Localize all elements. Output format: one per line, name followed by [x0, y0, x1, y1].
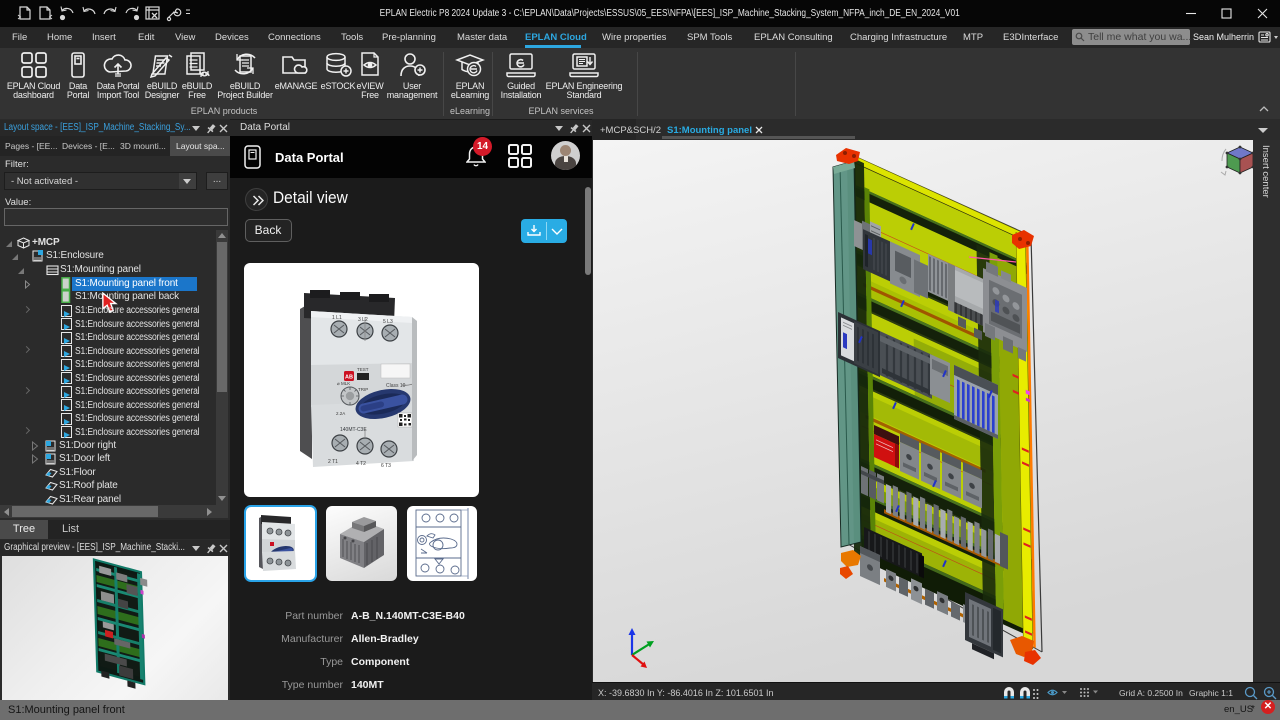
svg-text:1 L1: 1 L1 [332, 315, 342, 321]
svg-text:140MT-C3E: 140MT-C3E [340, 427, 367, 433]
svg-text:4 T2: 4 T2 [356, 461, 366, 467]
svg-text:⌀ MLK: ⌀ MLK [337, 381, 350, 386]
svg-text:6 T3: 6 T3 [381, 463, 391, 469]
svg-text:TEST: TEST [357, 367, 369, 372]
svg-text:Class 10: Class 10 [386, 383, 406, 389]
svg-text:2 T1: 2 T1 [328, 459, 338, 465]
svg-text:TRIP: TRIP [358, 387, 368, 392]
svg-text:3 L2: 3 L2 [358, 317, 368, 323]
svg-text:5 L3: 5 L3 [383, 319, 393, 325]
svg-text:2.2A: 2.2A [336, 411, 345, 416]
svg-text:AB: AB [345, 375, 353, 381]
